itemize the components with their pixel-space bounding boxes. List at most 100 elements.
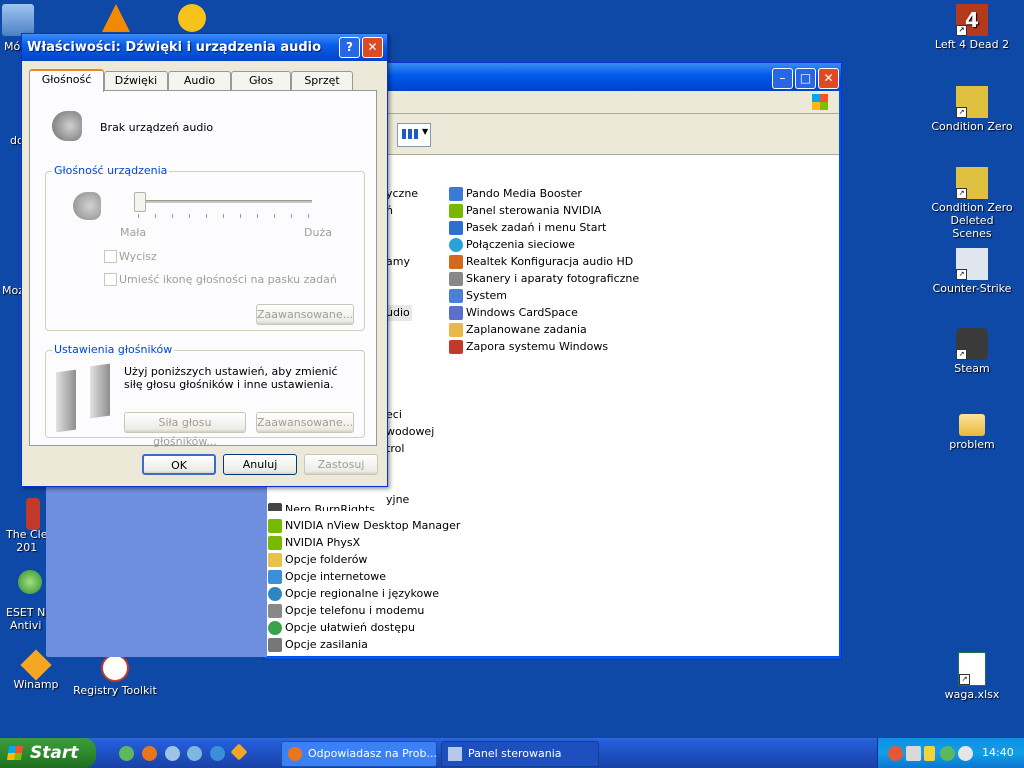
desktop-icon-condition-zero-ds[interactable]: ↗ Condition Zero Deleted Scenes [930, 167, 1014, 240]
desktop-icon-winamp[interactable]: Winamp [0, 649, 78, 691]
tab-voice[interactable]: Głos [231, 71, 291, 90]
tray-volume-icon[interactable] [906, 746, 921, 761]
left4dead-icon: 4 ↗ [956, 4, 988, 36]
desktop-icon-steam[interactable]: ↗ Steam [930, 328, 1014, 375]
chevron-down-icon: ▼ [422, 127, 429, 136]
firewall-icon [449, 340, 463, 354]
list-item-regional[interactable]: Opcje regionalne i językowe [268, 586, 439, 602]
volume-slider[interactable] [134, 190, 314, 220]
list-item-folder-options[interactable]: Opcje folderów [268, 552, 367, 568]
cancel-button[interactable]: Anuluj [223, 454, 297, 475]
tab-audio[interactable]: Audio [168, 71, 231, 90]
minimize-button[interactable]: – [772, 68, 793, 89]
list-item-internet-options[interactable]: Opcje internetowe [268, 569, 386, 585]
quicklaunch-app-icon[interactable] [165, 746, 180, 761]
ok-button[interactable]: OK [142, 454, 216, 475]
list-item-partial[interactable]: trol [386, 441, 404, 457]
quicklaunch-utorrent-icon[interactable] [119, 746, 134, 761]
desktop-icon-condition-zero[interactable]: ↗ Condition Zero [930, 86, 1014, 133]
tray-eset-icon[interactable] [940, 746, 955, 761]
view-mode-button[interactable]: ▼ [397, 123, 431, 147]
list-item-system[interactable]: System [449, 288, 507, 304]
list-item-partial[interactable]: yjne [386, 492, 409, 508]
list-item-firewall[interactable]: Zapora systemu Windows [449, 339, 608, 355]
firefox-icon [288, 747, 302, 761]
pando-icon [449, 187, 463, 201]
tray-power-icon[interactable] [958, 746, 973, 761]
list-item-nview[interactable]: NVIDIA nView Desktop Manager [268, 518, 460, 534]
list-item-network[interactable]: Połączenia sieciowe [449, 237, 575, 253]
device-volume-legend: Głośność urządzenia [52, 164, 170, 177]
advanced-volume-button[interactable]: Zaawansowane... [256, 304, 354, 325]
list-item-partial[interactable]: wodowej [386, 424, 434, 440]
quicklaunch-ie-icon[interactable] [210, 746, 225, 761]
desktop-icon-left4dead[interactable]: 4 ↗ Left 4 Dead 2 [930, 4, 1014, 51]
slider-tick [291, 214, 292, 218]
list-item-nero[interactable]: Nero BurnRights [268, 503, 375, 511]
list-item-accessibility[interactable]: Opcje ułatwień dostępu [268, 620, 415, 636]
close-button[interactable]: ✕ [818, 68, 839, 89]
list-item-pando[interactable]: Pando Media Booster [449, 186, 582, 202]
desktop-icon-vlc[interactable] [74, 4, 158, 34]
physx-icon [268, 536, 282, 550]
speakers-icon [56, 363, 112, 433]
close-button[interactable]: ✕ [362, 37, 383, 58]
advanced-speaker-button[interactable]: Zaawansowane... [256, 412, 354, 433]
list-item-partial[interactable]: eci [386, 407, 402, 423]
list-item-nvidia-panel[interactable]: Panel sterowania NVIDIA [449, 203, 601, 219]
folder-icon [959, 414, 985, 436]
dialog-titlebar[interactable]: Właściwości: Dźwięki i urządzenia audio … [22, 34, 387, 61]
list-item-physx[interactable]: NVIDIA PhysX [268, 535, 360, 551]
start-button[interactable]: Start [0, 738, 96, 768]
tray-icon-checkbox[interactable] [104, 273, 117, 286]
cleaner-icon [26, 498, 40, 530]
internet-options-icon [268, 570, 282, 584]
list-item-cardspace[interactable]: Windows CardSpace [449, 305, 578, 321]
desktop-icon-smiley[interactable] [150, 4, 234, 34]
list-item-partial[interactable]: amy [386, 254, 410, 270]
desktop-icon-waga-xlsx[interactable]: ↗ waga.xlsx [930, 652, 1014, 701]
tab-hardware[interactable]: Sprzęt [291, 71, 353, 90]
tray-app-icon[interactable] [924, 746, 935, 761]
list-item-scanners[interactable]: Skanery i aparaty fotograficzne [449, 271, 639, 287]
slider-tick [308, 214, 309, 218]
device-volume-group: Głośność urządzenia Mała Duża Wycisz Umi… [45, 164, 365, 331]
counter-strike-icon: ↗ [956, 248, 988, 280]
list-item-power[interactable]: Opcje zasilania [268, 637, 368, 653]
desktop-icon-ccleaner[interactable]: The Cle 201 [0, 498, 52, 554]
quicklaunch-firefox-icon[interactable] [142, 746, 157, 761]
accessibility-icon [268, 621, 282, 635]
desktop-icon-counter-strike[interactable]: ↗ Counter-Strike [930, 248, 1014, 295]
list-item-partial[interactable]: udio [384, 305, 412, 321]
apply-button[interactable]: Zastosuj [304, 454, 378, 475]
list-item-realtek[interactable]: Realtek Konfiguracja audio HD [449, 254, 633, 270]
desktop-icon-registry-toolkit[interactable]: Registry Toolkit [72, 654, 158, 697]
help-button[interactable]: ? [339, 37, 360, 58]
folder-options-icon [268, 553, 282, 567]
system-tray: 14:40 [877, 738, 1024, 768]
condition-zero-ds-icon: ↗ [956, 167, 988, 199]
list-item-scheduled[interactable]: Zaplanowane zadania [449, 322, 587, 338]
slider-tick [240, 214, 241, 218]
nvidia-icon [268, 519, 282, 533]
mute-checkbox[interactable] [104, 250, 117, 263]
tab-volume[interactable]: Głośność [29, 69, 104, 92]
tab-sounds[interactable]: Dźwięki [104, 71, 168, 90]
tray-settings-icon[interactable] [888, 746, 903, 761]
desktop-icon-eset[interactable]: ESET N Antivi [0, 570, 52, 632]
taskbar-task-control-panel[interactable]: Panel sterowania [441, 741, 599, 767]
maximize-button[interactable]: □ [795, 68, 816, 89]
list-item-phone[interactable]: Opcje telefonu i modemu [268, 603, 424, 619]
sound-properties-dialog[interactable]: Właściwości: Dźwięki i urządzenia audio … [21, 33, 388, 487]
speaker-volume-button[interactable]: Siła głosu głośników... [124, 412, 246, 448]
quicklaunch-winamp-icon[interactable] [230, 743, 248, 761]
desktop-icon-problem-folder[interactable]: problem [930, 410, 1014, 451]
no-device-label: Brak urządzeń audio [100, 121, 214, 134]
quicklaunch-app2-icon[interactable] [187, 746, 202, 761]
tab-strip: Głośność Dźwięki Audio Głos Sprzęt [29, 69, 379, 92]
my-computer-icon [2, 4, 34, 36]
taskbar-task-firefox[interactable]: Odpowiadasz na Prob... [281, 741, 437, 767]
list-item-taskbar[interactable]: Pasek zadań i menu Start [449, 220, 606, 236]
list-item-partial[interactable]: yczne [386, 186, 418, 202]
slider-thumb[interactable] [134, 192, 146, 212]
